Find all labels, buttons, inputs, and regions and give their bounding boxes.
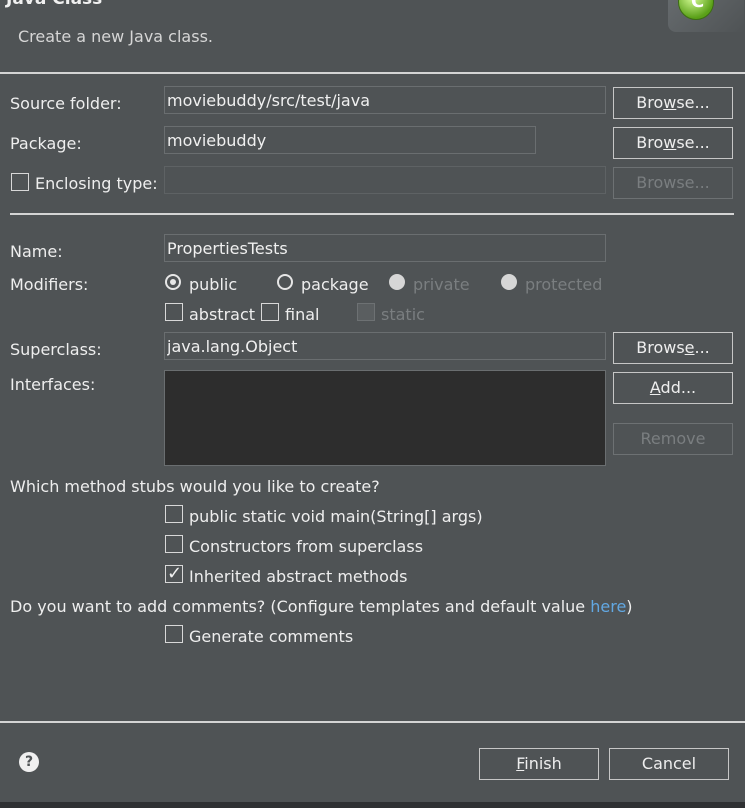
modifier-private-radio[interactable]: [389, 274, 405, 290]
cancel-button[interactable]: Cancel: [609, 748, 729, 780]
dialog-title: Java Class: [6, 0, 102, 9]
modifier-protected-label: protected: [525, 275, 603, 294]
java-class-wizard-icon: C: [668, 0, 744, 32]
interfaces-remove-button[interactable]: Remove: [613, 423, 733, 455]
package-input[interactable]: [164, 126, 536, 154]
source-folder-label: Source folder:: [10, 94, 122, 113]
modifier-final-label: final: [285, 305, 320, 324]
modifier-abstract-label: abstract: [189, 305, 256, 324]
stubs-question: Which method stubs would you like to cre…: [10, 477, 380, 496]
class-name-input[interactable]: [164, 234, 606, 262]
enclosing-type-browse-button[interactable]: Browse...: [613, 167, 733, 199]
superclass-browse-button[interactable]: Browse...: [613, 332, 733, 364]
enclosing-type-checkbox[interactable]: [11, 173, 29, 191]
section-separator: [10, 213, 734, 215]
package-label: Package:: [10, 134, 82, 153]
modifier-protected-radio[interactable]: [501, 274, 517, 290]
generate-comments-checkbox[interactable]: [165, 625, 183, 643]
enclosing-type-input[interactable]: [164, 166, 606, 194]
class-c-icon: C: [678, 0, 714, 20]
modifier-final-checkbox[interactable]: [261, 303, 279, 321]
stub-inherited-label: Inherited abstract methods: [189, 567, 408, 586]
name-label: Name:: [10, 242, 63, 261]
comments-question-text: Do you want to add comments? (Configure …: [10, 597, 591, 616]
modifier-private-label: private: [413, 275, 470, 294]
dialog-subtitle: Create a new Java class.: [18, 27, 213, 46]
modifier-static-label: static: [381, 305, 425, 324]
modifier-public-radio[interactable]: [165, 274, 181, 290]
modifier-static-checkbox[interactable]: [357, 303, 375, 321]
modifier-package-radio[interactable]: [277, 274, 293, 290]
modifiers-label: Modifiers:: [10, 275, 89, 294]
superclass-input[interactable]: [164, 332, 606, 360]
modifier-abstract-checkbox[interactable]: [165, 303, 183, 321]
enclosing-type-label: Enclosing type:: [35, 174, 158, 193]
comments-question-end: ): [626, 597, 633, 616]
stub-constructors-label: Constructors from superclass: [189, 537, 424, 556]
source-folder-browse-button[interactable]: Browse...: [613, 87, 733, 119]
header-separator: [0, 72, 745, 74]
footer-separator: [0, 721, 745, 723]
window-bottom-edge: [0, 802, 745, 808]
generate-comments-label: Generate comments: [189, 627, 354, 646]
modifier-package-label: package: [301, 275, 369, 294]
configure-templates-link[interactable]: here: [590, 597, 626, 616]
interfaces-label: Interfaces:: [10, 375, 96, 394]
stub-main-checkbox[interactable]: [165, 505, 183, 523]
package-browse-button[interactable]: Browse...: [613, 127, 733, 159]
source-folder-input[interactable]: [164, 86, 606, 114]
modifier-public-label: public: [189, 275, 238, 294]
comments-question: Do you want to add comments? (Configure …: [10, 597, 633, 616]
interfaces-add-button[interactable]: Add...: [613, 372, 733, 404]
superclass-label: Superclass:: [10, 340, 102, 359]
stub-main-label: public static void main(String[] args): [189, 507, 483, 526]
stub-constructors-checkbox[interactable]: [165, 535, 183, 553]
help-icon[interactable]: ?: [19, 752, 39, 772]
interfaces-list[interactable]: [164, 370, 606, 466]
finish-button[interactable]: Finish: [479, 748, 599, 780]
stub-inherited-checkbox[interactable]: [165, 563, 183, 584]
